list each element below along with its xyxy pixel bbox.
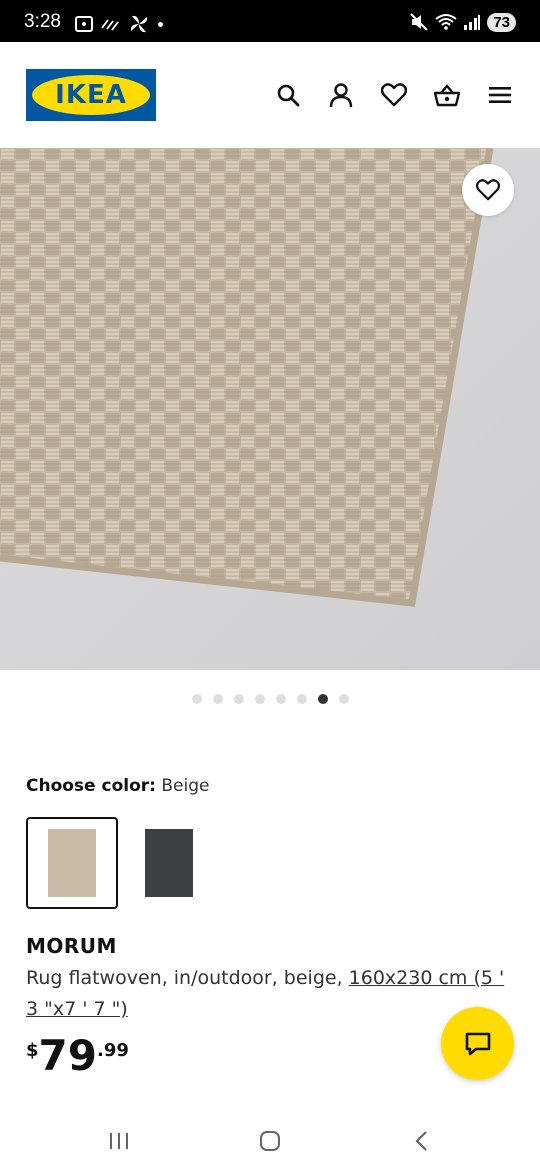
ikea-logo[interactable]: IKEA	[26, 69, 156, 121]
menu-icon[interactable]	[486, 81, 514, 109]
screenshot-icon	[75, 16, 93, 32]
search-icon[interactable]	[274, 81, 302, 109]
chat-icon	[465, 1032, 490, 1055]
status-right-icons: 73	[409, 12, 516, 32]
product-description-text: Rug flatwoven, in/outdoor, beige,	[26, 967, 349, 989]
status-time: 3:28	[24, 11, 61, 32]
product-name: MORUM	[26, 934, 117, 958]
hotspot-icon	[101, 19, 119, 31]
price-integer: 79	[38, 1031, 97, 1080]
product-image[interactable]	[0, 148, 540, 670]
color-swatch-beige[interactable]	[26, 817, 118, 909]
carousel-dot[interactable]	[254, 694, 265, 704]
image-carousel-dots	[0, 694, 540, 704]
color-chip	[145, 829, 193, 897]
add-to-favorites-button[interactable]	[462, 164, 514, 216]
color-chip	[48, 829, 96, 897]
carousel-dot[interactable]	[338, 694, 349, 704]
carousel-dot[interactable]	[296, 694, 307, 704]
color-swatch-dark-gray[interactable]	[123, 817, 215, 909]
home-icon	[260, 1131, 280, 1151]
carousel-dot[interactable]	[191, 694, 202, 704]
carousel-dot[interactable]	[275, 694, 286, 704]
choose-color-label: Choose color: Beige	[26, 776, 209, 796]
fan-icon	[130, 15, 148, 33]
back-button[interactable]	[401, 1126, 441, 1156]
basket-icon[interactable]	[433, 81, 461, 109]
chat-button[interactable]	[441, 1007, 514, 1080]
status-left-icons	[74, 13, 163, 35]
heart-icon	[476, 179, 500, 201]
recent-apps-button[interactable]	[99, 1126, 139, 1156]
carousel-dot[interactable]	[212, 694, 223, 704]
account-icon[interactable]	[327, 81, 355, 109]
price-currency: $	[26, 1040, 39, 1061]
logo-text: IKEA	[55, 80, 127, 110]
mute-icon	[410, 13, 429, 31]
heart-icon[interactable]	[380, 81, 408, 109]
wifi-icon	[435, 14, 457, 30]
product-price: $ 79 .99	[26, 1034, 129, 1078]
rug-image	[0, 148, 540, 670]
recent-apps-icon	[110, 1133, 128, 1149]
product-description: Rug flatwoven, in/outdoor, beige, 160x23…	[26, 963, 516, 1025]
header: IKEA	[0, 42, 540, 148]
price-decimal: .99	[96, 1040, 129, 1061]
notification-dot-icon	[158, 21, 163, 27]
choose-color-title: Choose color:	[26, 776, 156, 796]
system-nav-bar	[0, 1110, 540, 1170]
choose-color-value: Beige	[161, 776, 210, 796]
header-actions	[274, 81, 514, 109]
carousel-dot[interactable]	[317, 694, 328, 704]
back-icon	[415, 1131, 427, 1151]
signal-icon	[464, 15, 481, 30]
carousel-dot[interactable]	[233, 694, 244, 704]
logo-oval: IKEA	[32, 75, 150, 115]
home-button[interactable]	[250, 1126, 290, 1156]
status-bar: 3:28 73	[0, 0, 540, 42]
battery-level: 73	[487, 12, 516, 32]
